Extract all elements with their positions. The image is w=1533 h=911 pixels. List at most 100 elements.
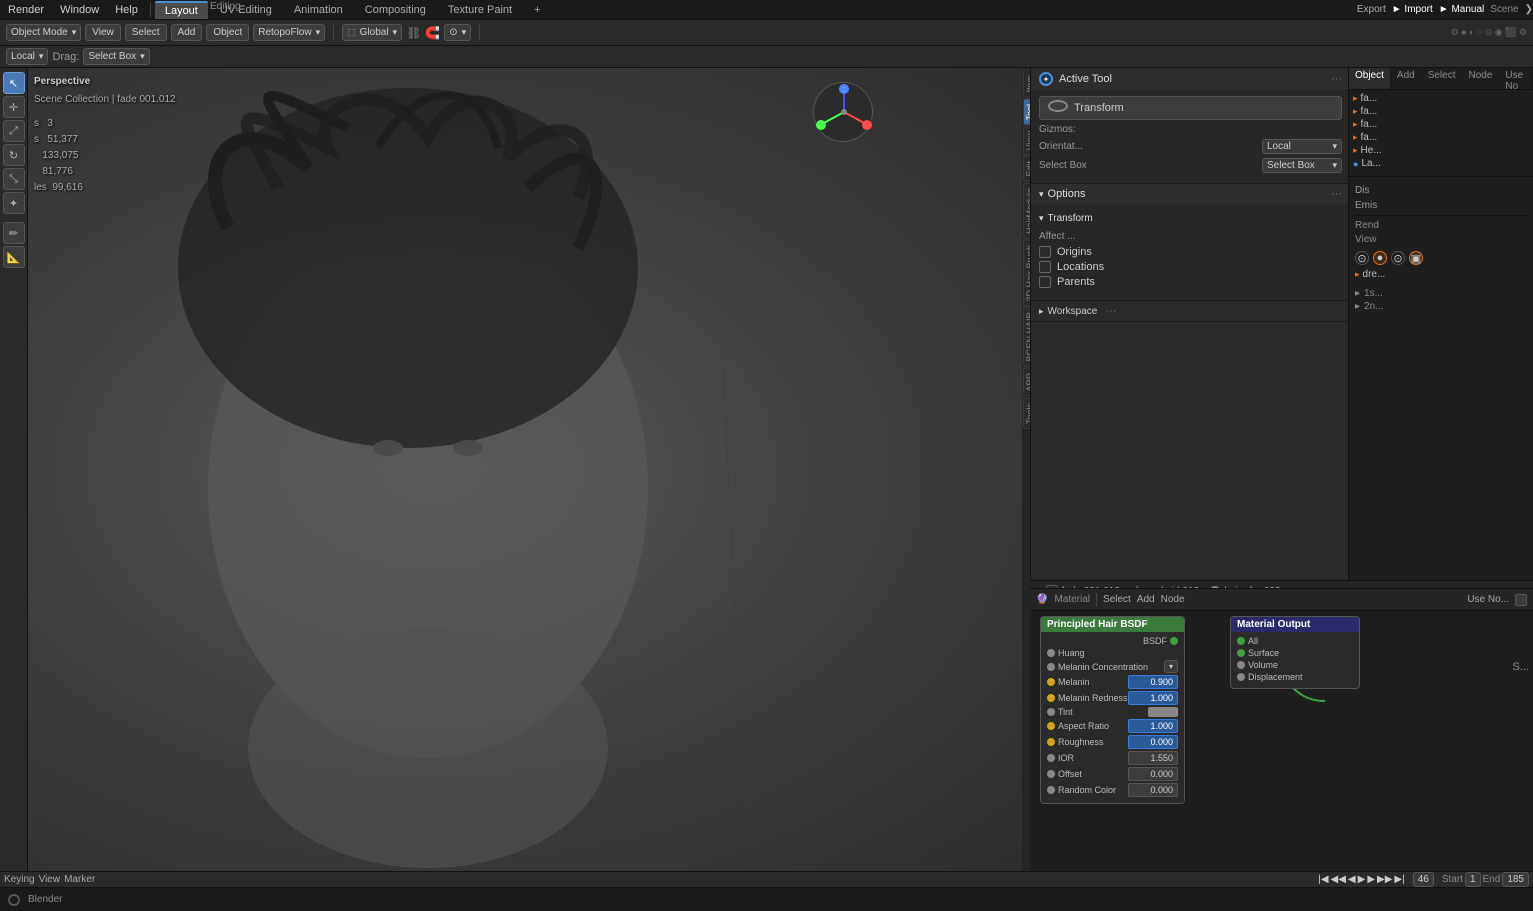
menu-window[interactable]: Window bbox=[52, 2, 107, 18]
outliner-item-4[interactable]: ▸ He... bbox=[1349, 144, 1533, 157]
rpt-object[interactable]: Object bbox=[1349, 68, 1391, 89]
export-btn[interactable]: Export bbox=[1357, 4, 1386, 15]
mo-all-socket[interactable] bbox=[1237, 637, 1245, 645]
ne-node-btn[interactable]: Node bbox=[1161, 594, 1185, 605]
offset-value[interactable]: 0.000 bbox=[1128, 767, 1178, 781]
view-btn[interactable]: View bbox=[85, 24, 121, 41]
mode-dropdown[interactable]: Object Mode bbox=[6, 24, 81, 41]
rpt-node[interactable]: Node bbox=[1463, 68, 1500, 89]
object-btn[interactable]: Object bbox=[206, 24, 249, 41]
cursor-tool-btn[interactable]: ✛ bbox=[3, 96, 25, 118]
material-output-node[interactable]: Material Output All Surface bbox=[1230, 616, 1360, 689]
tab-compositing[interactable]: Compositing bbox=[355, 2, 436, 18]
add-btn[interactable]: Add bbox=[171, 24, 203, 41]
current-frame[interactable]: 46 bbox=[1413, 872, 1434, 887]
drag-dropdown[interactable]: Select Box bbox=[83, 48, 149, 65]
ne-type-icon[interactable]: 🔮 bbox=[1036, 594, 1048, 605]
aspect-socket[interactable] bbox=[1047, 722, 1055, 730]
marker-btn[interactable]: Marker bbox=[64, 874, 95, 885]
melanin-conc-dropdown[interactable]: ▾ bbox=[1164, 660, 1178, 673]
prev-frame-btn[interactable]: ◀ bbox=[1348, 874, 1356, 885]
tab-add[interactable]: + bbox=[524, 2, 550, 18]
melanin-value[interactable]: 0.900 bbox=[1128, 675, 1178, 689]
fr-icon-1[interactable]: ⊙ bbox=[1355, 251, 1369, 265]
roughness-value[interactable]: 0.000 bbox=[1128, 735, 1178, 749]
ne-checkbox[interactable] bbox=[1515, 594, 1527, 606]
annotate-tool-btn[interactable]: ✏ bbox=[3, 222, 25, 244]
melanin-redness-socket[interactable] bbox=[1047, 694, 1055, 702]
tint-color-swatch[interactable] bbox=[1148, 707, 1178, 717]
transform-tool-btn[interactable]: ✦ bbox=[3, 192, 25, 214]
principled-hair-node[interactable]: Principled Hair BSDF BSDF Huang bbox=[1040, 616, 1185, 804]
rpt-add[interactable]: Add bbox=[1391, 68, 1422, 89]
aspect-value[interactable]: 1.000 bbox=[1128, 719, 1178, 733]
origins-checkbox[interactable] bbox=[1039, 246, 1051, 258]
prop-edit-dropdown[interactable]: ⊙ bbox=[444, 24, 471, 41]
transform-btn[interactable]: Transform bbox=[1039, 96, 1342, 120]
ne-select-btn[interactable]: Select bbox=[1103, 594, 1131, 605]
melanin-redness-value[interactable]: 1.000 bbox=[1128, 691, 1178, 705]
fr-icon-2[interactable]: ● bbox=[1373, 251, 1387, 265]
gizmo-circle[interactable]: Z bbox=[813, 82, 873, 142]
parents-checkbox[interactable] bbox=[1039, 276, 1051, 288]
top-expand-btn[interactable]: ❯ bbox=[1525, 4, 1533, 15]
skip-start-btn[interactable]: |◀ bbox=[1318, 874, 1328, 885]
end-value[interactable]: 185 bbox=[1502, 872, 1529, 887]
drag-prop-dropdown[interactable]: Select Box bbox=[1262, 158, 1342, 173]
rpt-useno[interactable]: Use No bbox=[1499, 68, 1533, 89]
options-header[interactable]: Options ··· bbox=[1031, 184, 1350, 204]
snap-dropdown[interactable]: Local bbox=[6, 48, 48, 65]
ne-add-btn[interactable]: Add bbox=[1137, 594, 1155, 605]
addon-dropdown[interactable]: RetopoFlow bbox=[253, 24, 325, 41]
mo-displace-socket[interactable] bbox=[1237, 673, 1245, 681]
tab-animation[interactable]: Animation bbox=[284, 2, 353, 18]
move-tool-btn[interactable]: ⤢ bbox=[3, 120, 25, 142]
snap-icon[interactable]: 🧲 bbox=[425, 26, 440, 40]
measure-tool-btn[interactable]: 📐 bbox=[3, 246, 25, 268]
next-key-btn[interactable]: ▶▶ bbox=[1377, 874, 1392, 885]
main-viewport[interactable]: Perspective Scene Collection | fade 001.… bbox=[28, 68, 1038, 871]
ior-value[interactable]: 1.550 bbox=[1128, 751, 1178, 765]
huang-input-socket[interactable] bbox=[1047, 649, 1055, 657]
scale-tool-btn[interactable]: ⤡ bbox=[3, 168, 25, 190]
random-color-value[interactable]: 0.000 bbox=[1128, 783, 1178, 797]
workspace-header-row[interactable]: Workspace ··· bbox=[1031, 301, 1350, 321]
play-btn[interactable]: ▶ bbox=[1358, 874, 1366, 885]
prev-key-btn[interactable]: ◀◀ bbox=[1331, 874, 1346, 885]
skip-end-btn[interactable]: ▶| bbox=[1394, 874, 1404, 885]
menu-help[interactable]: Help bbox=[107, 2, 146, 18]
manual-btn[interactable]: ► Manual bbox=[1439, 4, 1484, 15]
fr-icon-3[interactable]: ⊙ bbox=[1391, 251, 1405, 265]
workspace-menu[interactable]: ··· bbox=[1105, 305, 1116, 317]
tint-socket[interactable] bbox=[1047, 708, 1055, 716]
timeline-view-btn[interactable]: View bbox=[39, 874, 61, 885]
next-frame-btn[interactable]: ▶ bbox=[1367, 874, 1375, 885]
outliner-item-2[interactable]: ▸ fa... bbox=[1349, 118, 1533, 131]
orientation-dropdown[interactable]: ⬚ Global bbox=[342, 24, 402, 41]
options-menu[interactable]: ··· bbox=[1331, 188, 1342, 200]
outliner-item-5[interactable]: ● La... bbox=[1349, 157, 1533, 170]
tc-expand[interactable]: ▸ bbox=[1355, 288, 1360, 299]
transform-subsection[interactable]: Transform bbox=[1039, 210, 1342, 227]
tc-expand2[interactable]: ▸ bbox=[1355, 301, 1360, 312]
tab-layout[interactable]: Layout bbox=[155, 1, 208, 19]
select-tool-btn[interactable]: ↖ bbox=[3, 72, 25, 94]
roughness-socket[interactable] bbox=[1047, 738, 1055, 746]
mo-volume-socket[interactable] bbox=[1237, 661, 1245, 669]
outliner-item-3[interactable]: ▸ fa... bbox=[1349, 131, 1533, 144]
navigation-gizmo[interactable]: Z bbox=[813, 82, 873, 142]
locations-checkbox[interactable] bbox=[1039, 261, 1051, 273]
melanin-conc-socket[interactable] bbox=[1047, 663, 1055, 671]
rpt-select[interactable]: Select bbox=[1422, 68, 1463, 89]
active-tool-header[interactable]: ✦ Active Tool ··· bbox=[1031, 68, 1350, 90]
select-btn[interactable]: Select bbox=[125, 24, 167, 41]
import-btn[interactable]: ► Import bbox=[1392, 4, 1433, 15]
melanin-socket[interactable] bbox=[1047, 678, 1055, 686]
mo-surface-socket[interactable] bbox=[1237, 649, 1245, 657]
menu-render[interactable]: Render bbox=[0, 2, 52, 18]
status-indicator[interactable] bbox=[8, 894, 20, 906]
active-tool-menu[interactable]: ··· bbox=[1331, 73, 1342, 85]
ior-socket[interactable] bbox=[1047, 754, 1055, 762]
offset-socket[interactable] bbox=[1047, 770, 1055, 778]
tab-texture-paint[interactable]: Texture Paint bbox=[438, 2, 522, 18]
